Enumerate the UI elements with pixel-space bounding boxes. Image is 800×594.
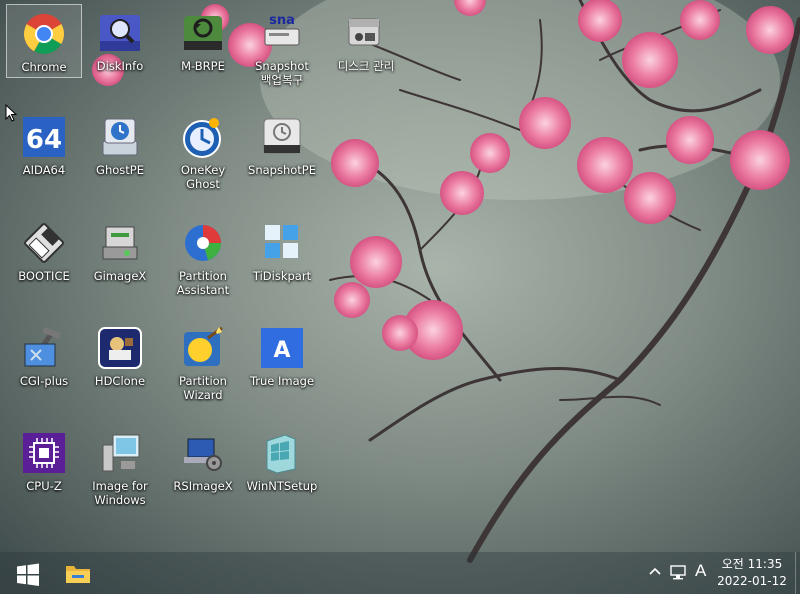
desktop-icon-label: Chrome <box>21 60 67 74</box>
disk-management-icon <box>343 10 389 56</box>
desktop-icon-label: M-BRPE <box>181 59 225 73</box>
desktop-icon-label: SnapshotPE <box>248 163 316 177</box>
winntsetup-icon <box>259 430 305 476</box>
desktop-icon-winntsetup[interactable]: WinNTSetup <box>244 424 320 520</box>
taskbar: A 오전 11:35 2022-01-12 <box>0 552 800 594</box>
desktop-icon-label: BOOTICE <box>18 269 70 283</box>
snapshot-badge-text: sna <box>269 13 295 28</box>
cpu-z-icon <box>21 430 67 476</box>
desktop-icon-label: 디스크 관리 <box>337 59 395 73</box>
taskbar-clock[interactable]: 오전 11:35 2022-01-12 <box>714 556 790 590</box>
desktop-icon-m-brpe[interactable]: M-BRPE <box>165 4 241 100</box>
desktop-icon-label: OneKey Ghost <box>180 163 226 191</box>
desktop-icon-label: DiskInfo <box>96 59 144 73</box>
snapshotpe-icon <box>259 114 305 160</box>
gimagex-icon <box>97 220 143 266</box>
desktop-icon-partition-assistant[interactable]: Partition Assistant <box>165 214 241 310</box>
clock-time: 오전 11:35 <box>721 557 783 571</box>
desktop-icon-label: Snapshot 백업복구 <box>255 59 309 87</box>
desktop-icon-label: AIDA64 <box>22 163 66 177</box>
desktop-icon-label: Partition Assistant <box>176 269 230 297</box>
desktop-icon-snapshotpe[interactable]: SnapshotPE <box>244 108 320 204</box>
windows-start-icon <box>17 563 39 586</box>
desktop-icon-label: WinNTSetup <box>246 479 318 493</box>
desktop-icon-label: GhostPE <box>96 163 144 177</box>
desktop-icon-disk-management[interactable]: 디스크 관리 <box>328 4 404 100</box>
bootice-icon <box>21 220 67 266</box>
desktop-icon-label: Partition Wizard <box>179 374 227 402</box>
desktop-icon-onekey-ghost[interactable]: OneKey Ghost <box>165 108 241 204</box>
true-image-icon: A <box>259 325 305 371</box>
desktop-icon-bootice[interactable]: BOOTICE <box>6 214 82 310</box>
network-icon[interactable] <box>670 564 688 580</box>
desktop-icon-chrome[interactable]: Chrome <box>6 4 82 78</box>
aida64-badge-text: 64 <box>26 125 62 155</box>
desktop-icon-label: GimageX <box>93 269 147 283</box>
show-desktop-button[interactable] <box>795 552 800 594</box>
desktop-icon-image-for-windows[interactable]: Image for Windows <box>82 424 158 520</box>
image-for-windows-icon <box>97 430 143 476</box>
desktop-icon-diskinfo[interactable]: DiskInfo <box>82 4 158 100</box>
onekey-ghost-icon <box>180 114 226 160</box>
desktop-icon-label: True Image <box>249 374 315 388</box>
desktop-icon-tidiskpart[interactable]: TiDiskpart <box>244 214 320 310</box>
tray-chevron-up-icon[interactable] <box>648 564 662 580</box>
desktop-icon-snapshot-backup[interactable]: sna Snapshot 백업복구 <box>244 4 320 100</box>
desktop-icon-cpu-z[interactable]: CPU-Z <box>6 424 82 520</box>
desktop-icon-cgi-plus[interactable]: CGI-plus <box>6 319 82 415</box>
desktop-icon-hdclone[interactable]: HDClone <box>82 319 158 415</box>
desktop-icon-aida64[interactable]: 64 AIDA64 <box>6 108 82 204</box>
desktop-icon-gimagex[interactable]: GimageX <box>82 214 158 310</box>
desktop-icon-rsimagex[interactable]: RSImageX <box>165 424 241 520</box>
m-brpe-icon <box>180 10 226 56</box>
folder-icon <box>66 566 90 583</box>
rsimagex-icon <box>180 430 226 476</box>
mouse-cursor-icon <box>5 104 17 122</box>
start-button[interactable] <box>15 562 41 588</box>
ghostpe-icon <box>97 114 143 160</box>
snapshot-backup-icon: sna <box>259 10 305 56</box>
desktop-icon-ghostpe[interactable]: GhostPE <box>82 108 158 204</box>
clock-date: 2022-01-12 <box>717 574 787 588</box>
ime-indicator[interactable]: A <box>695 561 706 581</box>
hdclone-icon <box>97 325 143 371</box>
tidiskpart-icon <box>259 220 305 266</box>
desktop-icon-label: TiDiskpart <box>252 269 312 283</box>
desktop-icon-true-image[interactable]: A True Image <box>244 319 320 415</box>
diskinfo-icon <box>97 10 143 56</box>
desktop-icon-partition-wizard[interactable]: Partition Wizard <box>165 319 241 415</box>
chrome-icon <box>21 11 67 57</box>
file-explorer-button[interactable] <box>64 562 92 586</box>
desktop-icon-label: HDClone <box>94 374 146 388</box>
true-image-badge-text: A <box>273 338 290 363</box>
desktop-icon-label: Image for Windows <box>92 479 148 507</box>
desktop-icon-label: RSImageX <box>173 479 233 493</box>
desktop-icon-label: CGI-plus <box>19 374 69 388</box>
aida64-icon: 64 <box>21 114 67 160</box>
partition-assistant-icon <box>180 220 226 266</box>
desktop-icon-label: CPU-Z <box>26 479 62 493</box>
partition-wizard-icon <box>180 325 226 371</box>
cgi-plus-icon <box>21 325 67 371</box>
